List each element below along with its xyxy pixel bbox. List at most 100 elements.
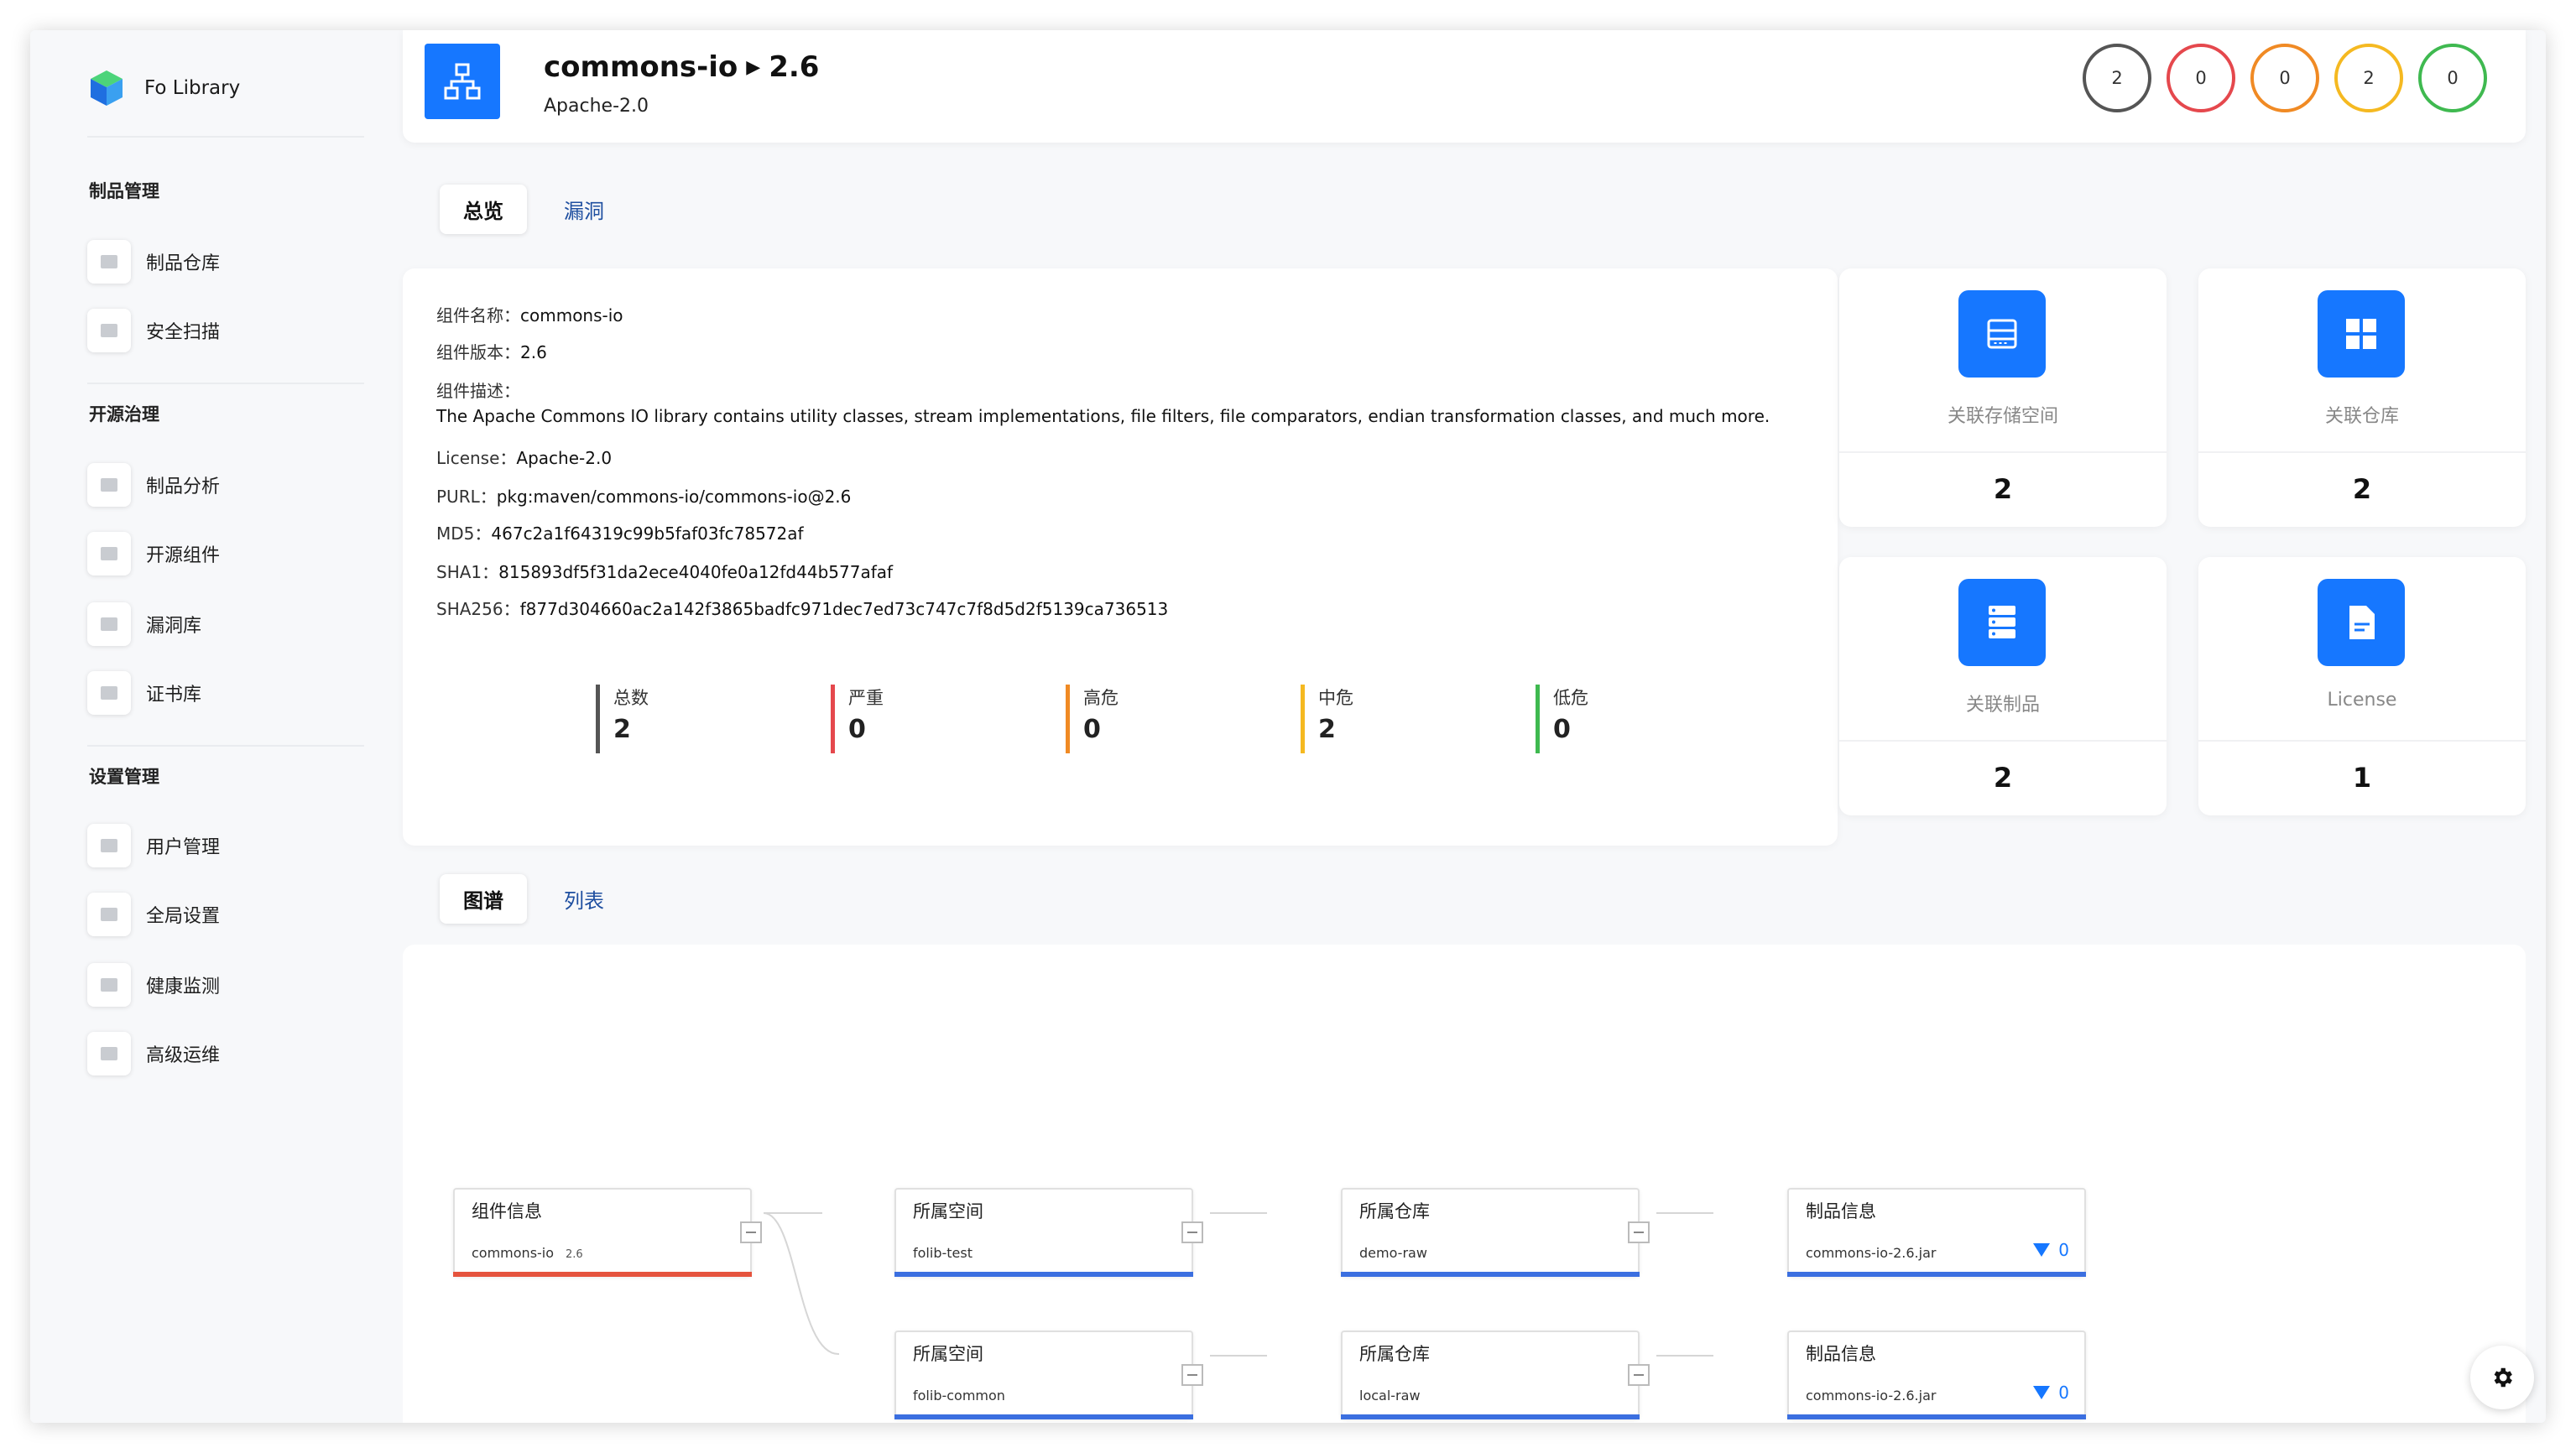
- triangle-down-icon: [2033, 1386, 2051, 1399]
- graph-node-space[interactable]: 所属空间 folib-common: [894, 1331, 1203, 1419]
- severity-critical-count[interactable]: 0: [2167, 44, 2235, 112]
- sidebar-item-global-settings[interactable]: 全局设置: [87, 893, 220, 936]
- card-linked-artifacts[interactable]: 关联制品 2: [1839, 557, 2167, 815]
- gear-icon: [2494, 1367, 2512, 1388]
- card-caption: 关联存储空间: [1947, 406, 2058, 427]
- stat-high: 高危 0: [1066, 685, 1119, 753]
- tab-list[interactable]: 列表: [540, 874, 628, 924]
- sidebar-item-license-db[interactable]: 证书库: [87, 671, 201, 715]
- card-value: 1: [2352, 762, 2372, 794]
- sidebar-item-user-mgmt[interactable]: 用户管理: [87, 824, 220, 867]
- node-name: commons-io-2.6.jar: [1806, 1388, 1937, 1404]
- tab-vulnerabilities[interactable]: 漏洞: [540, 185, 628, 234]
- component-version: 2.6: [769, 50, 820, 84]
- windows-grid-icon: [2318, 290, 2405, 378]
- info-value: Apache-2.0: [516, 448, 613, 468]
- brand-name: Fo Library: [144, 77, 241, 99]
- sidebar-item-artifact-repo[interactable]: 制品仓库: [87, 240, 220, 284]
- graph-node-space[interactable]: 所属空间 folib-test: [894, 1188, 1203, 1277]
- collapse-icon[interactable]: [740, 1221, 762, 1243]
- stat-total: 总数 2: [596, 685, 649, 753]
- node-title: 组件信息: [472, 1201, 542, 1221]
- sidebar-item-oss-components[interactable]: 开源组件: [87, 532, 220, 575]
- graph-node-artifact[interactable]: 制品信息 commons-io-2.6.jar 0: [1787, 1188, 2086, 1277]
- stat-value: 2: [1318, 715, 1336, 744]
- info-value: 467c2a1f64319c99b5faf03fc78572af: [491, 523, 804, 544]
- info-label: 组件描述：: [436, 381, 520, 401]
- info-version: 组件版本：2.6: [436, 339, 547, 363]
- vuln-count[interactable]: 0: [2033, 1383, 2069, 1403]
- info-label: MD5：: [436, 523, 492, 544]
- severity-high-count[interactable]: 0: [2250, 44, 2319, 112]
- component-info-card: 组件名称：commons-io 组件版本：2.6 组件描述： The Apach…: [403, 268, 1838, 846]
- card-icon: [87, 309, 131, 352]
- certificate-icon: [87, 671, 131, 715]
- info-license: License：Apache-2.0: [436, 445, 612, 469]
- info-label: 组件名称：: [436, 305, 520, 325]
- sidebar-item-health-monitor[interactable]: 健康监测: [87, 963, 220, 1007]
- node-version: 2.6: [566, 1248, 583, 1261]
- file-icon: [2318, 579, 2405, 666]
- info-label: License：: [436, 448, 517, 468]
- card-linked-repos[interactable]: 关联仓库 2: [2198, 268, 2526, 527]
- graph-node-repo[interactable]: 所属仓库 local-raw: [1341, 1331, 1650, 1419]
- sidebar-item-label: 制品仓库: [146, 253, 221, 274]
- cube-logo-icon: [91, 70, 123, 106]
- info-value: 815893df5f31da2ece4040fe0a12fd44b577afaf: [498, 562, 894, 582]
- sidebar: Fo Library 制品管理 制品仓库 安全扫描 开源治理 制品分析 开源组件…: [30, 30, 366, 1423]
- stat-label: 总数: [613, 688, 649, 708]
- sidebar-item-advanced-ops[interactable]: 高级运维: [87, 1032, 220, 1075]
- collapse-icon[interactable]: [1628, 1221, 1650, 1243]
- section-title-oss-governance: 开源治理: [89, 404, 159, 424]
- stat-value: 2: [613, 715, 631, 744]
- view-tabs: 图谱 列表: [440, 874, 628, 924]
- chart-icon: [87, 963, 131, 1007]
- divider: [87, 383, 364, 384]
- severity-low-count[interactable]: 0: [2418, 44, 2487, 112]
- stat-label: 中危: [1318, 688, 1353, 708]
- brand[interactable]: Fo Library: [87, 69, 240, 107]
- card-license[interactable]: License 1: [2198, 557, 2526, 815]
- severity-total-count[interactable]: 2: [2083, 44, 2151, 112]
- settings-gear-button[interactable]: [2470, 1346, 2534, 1409]
- info-sha1: SHA1：815893df5f31da2ece4040fe0a12fd44b57…: [436, 559, 893, 583]
- dependency-graph: 组件信息 commons-io 2.6 所属空间 folib-test 所属仓库 …: [403, 945, 2526, 1423]
- graph-node-artifact[interactable]: 制品信息 commons-io-2.6.jar 0: [1787, 1331, 2086, 1419]
- graph-node-repo[interactable]: 所属仓库 demo-raw: [1341, 1188, 1650, 1277]
- divider: [87, 136, 364, 138]
- collapse-icon[interactable]: [1181, 1364, 1203, 1386]
- sidebar-item-artifact-analysis[interactable]: 制品分析: [87, 463, 220, 507]
- stat-critical: 严重 0: [831, 685, 884, 753]
- vuln-count[interactable]: 0: [2033, 1240, 2069, 1260]
- stat-label: 低危: [1553, 688, 1588, 708]
- section-title-settings: 设置管理: [89, 767, 159, 787]
- stat-value: 0: [1553, 715, 1571, 744]
- caret-right-icon: ▶: [746, 56, 761, 78]
- tab-overview[interactable]: 总览: [440, 185, 527, 234]
- node-title: 所属空间: [913, 1201, 983, 1221]
- sidebar-item-security-scan[interactable]: 安全扫描: [87, 309, 220, 352]
- node-title: 所属仓库: [1359, 1201, 1430, 1221]
- tab-graph[interactable]: 图谱: [440, 874, 527, 924]
- severity-medium-count[interactable]: 2: [2334, 44, 2403, 112]
- card-caption: 关联制品: [1965, 695, 2040, 716]
- collapse-icon[interactable]: [1181, 1221, 1203, 1243]
- card-caption: 关联仓库: [2324, 406, 2399, 427]
- divider: [2198, 740, 2526, 742]
- stat-value: 0: [848, 715, 866, 744]
- tools-icon: [87, 1032, 131, 1075]
- app-window: Fo Library 制品管理 制品仓库 安全扫描 开源治理 制品分析 开源组件…: [30, 30, 2546, 1423]
- divider: [2198, 451, 2526, 453]
- card-value: 2: [1993, 473, 2013, 505]
- sidebar-item-vuln-db[interactable]: 漏洞库: [87, 602, 201, 646]
- stat-low: 低危 0: [1536, 685, 1588, 753]
- card-linked-storage[interactable]: 关联存储空间 2: [1839, 268, 2167, 527]
- component-name: commons-io: [544, 50, 738, 84]
- triangle-down-icon: [2033, 1243, 2051, 1257]
- page-title: commons-io ▶ 2.6: [544, 50, 819, 84]
- collapse-icon[interactable]: [1628, 1364, 1650, 1386]
- graph-node-component[interactable]: 组件信息 commons-io 2.6: [453, 1188, 762, 1277]
- node-name: folib-common: [913, 1388, 1005, 1404]
- stat-medium: 中危 2: [1301, 685, 1353, 753]
- info-label: PURL：: [436, 487, 497, 507]
